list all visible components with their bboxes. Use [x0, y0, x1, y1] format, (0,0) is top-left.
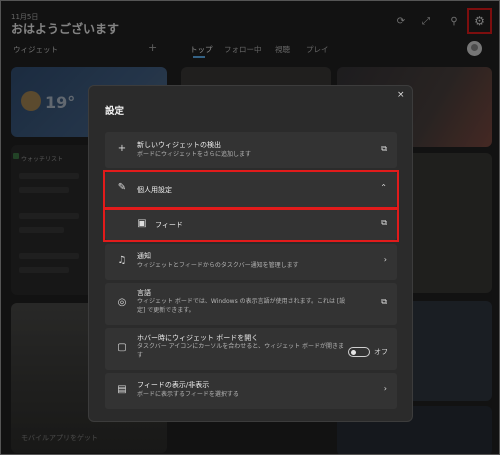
- external-link-icon: ⧉: [381, 297, 387, 306]
- external-link-icon: ⧉: [381, 144, 387, 153]
- highlight-box: [103, 208, 399, 242]
- settings-row-notifications[interactable]: ♫ 通知 ウィジェットとフィードからのタスクバー通知を管理します ›: [105, 244, 397, 280]
- row-desc: ボードにウィジェットをさらに追加します: [137, 151, 252, 158]
- globe-icon: ◎: [117, 297, 127, 308]
- row-desc: ウィジェット ボードでは、Windows の表示言語が使用されます。これは [設…: [137, 298, 346, 314]
- highlight-box: [103, 170, 399, 209]
- row-title: 通知: [137, 252, 151, 260]
- chevron-right-icon: ›: [383, 255, 387, 264]
- hover-icon: ▢: [117, 342, 127, 353]
- feed-visibility-icon: ▤: [117, 384, 127, 395]
- row-desc: ボードに表示するフィードを選択する: [137, 391, 239, 398]
- hover-open-toggle[interactable]: [348, 347, 370, 357]
- settings-row-language[interactable]: ◎ 言語 ウィジェット ボードでは、Windows の表示言語が使用されます。こ…: [105, 283, 397, 325]
- settings-row-discover-widgets[interactable]: + 新しいウィジェットの検出 ボードにウィジェットをさらに追加します ⧉: [105, 132, 397, 168]
- plus-icon: +: [117, 143, 127, 154]
- settings-dialog: 設定 × + 新しいウィジェットの検出 ボードにウィジェットをさらに追加します …: [88, 85, 413, 422]
- row-title: 新しいウィジェットの検出: [137, 141, 221, 149]
- row-title: フィードの表示/非表示: [137, 381, 210, 389]
- settings-row-hover-open[interactable]: ▢ ホバー時にウィジェット ボードを開く タスクバー アイコンにカーソルを合わせ…: [105, 328, 397, 370]
- row-desc: タスクバー アイコンにカーソルを合わせると、ウィジェット ボードが開きます: [137, 343, 344, 359]
- widgets-board: 11月5日 おはようございます ⟳ ⤢ ⚲ ⚙ ウィジェット + 19° ウォッ…: [0, 0, 500, 455]
- dialog-title: 設定: [105, 106, 125, 117]
- close-icon[interactable]: ×: [397, 90, 405, 100]
- bell-icon: ♫: [117, 255, 127, 266]
- toggle-state-label: オフ: [374, 348, 388, 356]
- settings-row-feed-visibility[interactable]: ▤ フィードの表示/非表示 ボードに表示するフィードを選択する ›: [105, 373, 397, 409]
- chevron-right-icon: ›: [383, 384, 387, 393]
- row-desc: ウィジェットとフィードからのタスクバー通知を管理します: [137, 262, 299, 269]
